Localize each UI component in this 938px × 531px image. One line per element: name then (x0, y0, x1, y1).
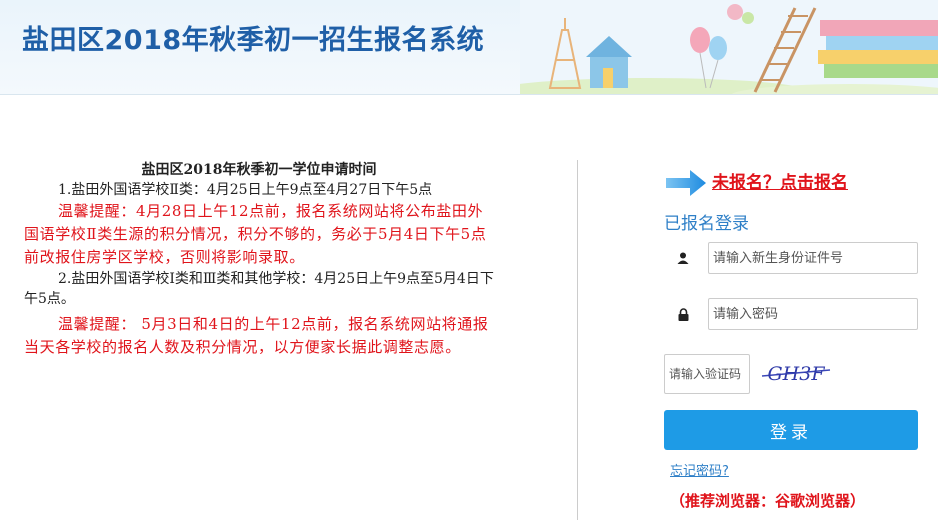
header-illustration (520, 0, 938, 94)
register-link[interactable]: 未报名？点击报名 (712, 168, 848, 193)
page-header: 盐田区2018年秋季初一招生报名系统 (0, 0, 938, 95)
captcha-image[interactable]: GH3F (760, 360, 832, 386)
user-icon (664, 242, 702, 274)
lock-icon (664, 298, 702, 330)
login-title: 已报名登录 (664, 214, 749, 234)
captcha-input[interactable] (664, 354, 750, 394)
id-field-row (664, 242, 918, 274)
login-button[interactable]: 登录 (664, 410, 918, 450)
arrow-right-icon (666, 170, 706, 196)
password-input[interactable] (708, 298, 918, 330)
notice-warning-1: 温馨提醒：4月28日上午12点前，报名系统网站将公布盐田外国语学校Ⅱ类生源的积分… (24, 202, 487, 266)
password-field-row (664, 298, 918, 330)
notice-panel: 盐田区2018年秋季初一学位申请时间 1.盐田外国语学校Ⅱ类：4月25日上午9点… (24, 160, 494, 359)
browser-recommendation: （推荐浏览器：谷歌浏览器） (670, 492, 866, 510)
notice-warning-2: 温馨提醒： 5月3日和4日的上午12点前，报名系统网站将通报当天各学校的报名人数… (24, 315, 489, 356)
id-number-input[interactable] (708, 242, 918, 274)
notice-item-2: 2.盐田外国语学校Ⅰ类和Ⅲ类和其他学校：4月25日上午9点至5月4日下午5点。 (24, 271, 494, 307)
forgot-password-link[interactable]: 忘记密码? (670, 460, 729, 479)
notice-title: 盐田区2018年秋季初一学位申请时间 (141, 162, 377, 178)
vertical-divider (577, 160, 578, 520)
notice-item-1: 1.盐田外国语学校Ⅱ类：4月25日上午9点至4月27日下午5点 (58, 182, 433, 198)
captcha-text: GH3F (767, 363, 825, 385)
site-title: 盐田区2018年秋季初一招生报名系统 (22, 25, 485, 56)
